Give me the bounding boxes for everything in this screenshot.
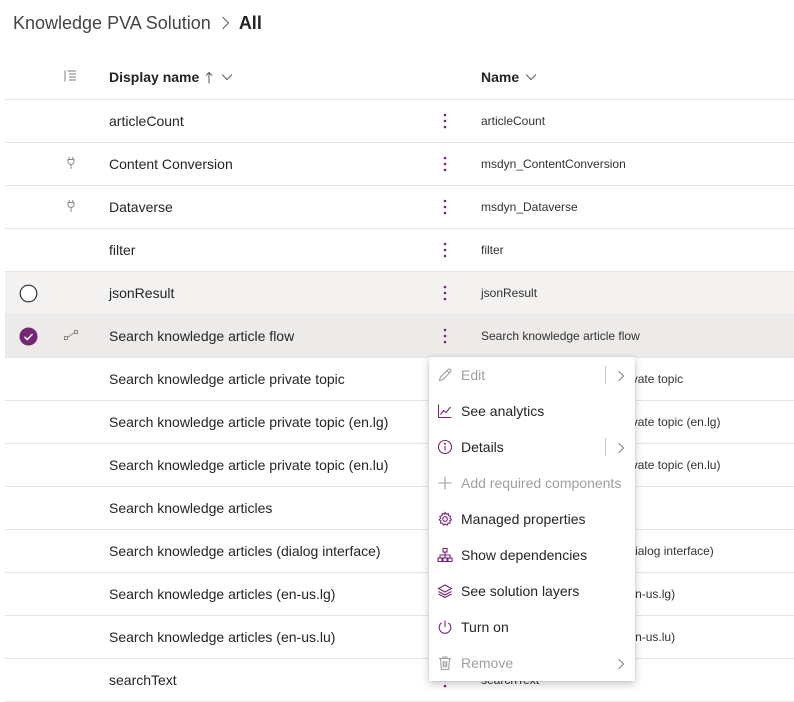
more-options-icon[interactable] xyxy=(439,111,451,131)
more-options-icon[interactable] xyxy=(439,154,451,174)
table-row[interactable]: filter filter xyxy=(5,229,794,272)
menu-item-label: Show dependencies xyxy=(461,547,588,563)
display-name-header-label: Display name xyxy=(109,69,200,85)
row-select-radio[interactable] xyxy=(19,284,38,303)
display-name-cell[interactable]: Search knowledge articles (dialog interf… xyxy=(109,530,381,572)
table-row[interactable]: Dataverse msdyn_Dataverse xyxy=(5,186,794,229)
chevron-down-icon xyxy=(221,73,233,81)
menu-item-label: Turn on xyxy=(461,619,509,635)
menu-item-turn-on[interactable]: Turn on xyxy=(429,609,635,645)
table-row[interactable]: articleCount articleCount xyxy=(5,100,794,143)
more-options-icon[interactable] xyxy=(439,197,451,217)
display-name-cell[interactable]: Content Conversion xyxy=(109,143,233,185)
pencil-icon xyxy=(437,367,453,383)
info-icon xyxy=(437,439,453,455)
display-name-cell[interactable]: Search knowledge articles (en-us.lg) xyxy=(109,573,335,615)
display-name-cell[interactable]: Dataverse xyxy=(109,186,173,228)
menu-item-show-dependencies[interactable]: Show dependencies xyxy=(429,537,635,573)
name-cell: filter xyxy=(481,243,504,257)
menu-item-remove: Remove xyxy=(429,645,635,681)
submenu-divider xyxy=(605,366,606,384)
menu-item-label: See analytics xyxy=(461,403,545,419)
breadcrumb-current: All xyxy=(238,12,262,33)
hierarchy-icon xyxy=(437,547,453,563)
chevron-down-icon xyxy=(525,73,537,81)
name-cell: articleCount xyxy=(481,114,546,128)
name-header-label: Name xyxy=(481,69,520,85)
trash-icon xyxy=(437,655,453,671)
display-name-column-header[interactable]: Display name xyxy=(109,56,233,98)
components-grid: Display name Name articleCount articleCou… xyxy=(5,56,794,702)
name-cell: jsonResult xyxy=(481,286,538,300)
display-name-cell[interactable]: Search knowledge articles (en-us.lu) xyxy=(109,616,335,658)
more-options-icon[interactable] xyxy=(439,240,451,260)
flow-icon xyxy=(63,327,79,343)
table-row[interactable]: Search knowledge article flow Search know… xyxy=(5,315,794,358)
layers-icon xyxy=(437,583,453,599)
display-name-cell[interactable]: filter xyxy=(109,229,135,271)
table-row[interactable]: jsonResult jsonResult xyxy=(5,272,794,315)
display-name-cell[interactable]: Search knowledge article private topic xyxy=(109,358,345,400)
menu-item-see-analytics[interactable]: See analytics xyxy=(429,393,635,429)
name-cell: msdyn_Dataverse xyxy=(481,200,578,214)
menu-item-edit: Edit xyxy=(429,357,635,393)
menu-item-label: See solution layers xyxy=(461,583,580,599)
chevron-right-icon xyxy=(615,657,627,670)
submenu-divider xyxy=(605,438,606,456)
grid-header: Display name Name xyxy=(5,56,794,100)
name-cell: Search knowledge article flow xyxy=(481,329,640,343)
table-row[interactable]: Search knowledge article private topicSe… xyxy=(5,358,794,401)
menu-item-see-solution-layers[interactable]: See solution layers xyxy=(429,573,635,609)
row-selected-checkmark-icon[interactable] xyxy=(19,327,38,346)
chevron-right-icon xyxy=(615,369,627,382)
chevron-right-icon xyxy=(221,16,230,30)
display-name-cell[interactable]: articleCount xyxy=(109,100,184,142)
menu-item-label: Remove xyxy=(461,655,514,671)
analytics-icon xyxy=(437,403,453,419)
type-column-icon[interactable] xyxy=(63,68,79,84)
menu-item-label: Details xyxy=(461,439,504,455)
display-name-cell[interactable]: Search knowledge article flow xyxy=(109,315,294,357)
chevron-right-icon[interactable] xyxy=(615,441,627,454)
display-name-cell[interactable]: Search knowledge article private topic (… xyxy=(109,401,388,443)
table-row[interactable]: Search knowledge articles (dialog interf… xyxy=(5,530,794,573)
menu-item-managed-properties[interactable]: Managed properties xyxy=(429,501,635,537)
table-row[interactable]: Search knowledge article private topic (… xyxy=(5,444,794,487)
table-row[interactable]: searchTextsearchText xyxy=(5,659,794,702)
plug-icon xyxy=(63,155,79,171)
context-menu: Edit See analytics Details Add required com… xyxy=(429,357,635,681)
name-cell: msdyn_ContentConversion xyxy=(481,157,626,171)
menu-item-label: Edit xyxy=(461,367,486,383)
breadcrumb-parent[interactable]: Knowledge PVA Solution xyxy=(13,13,211,34)
more-options-icon[interactable] xyxy=(439,283,451,303)
display-name-cell[interactable]: Search knowledge article private topic (… xyxy=(109,444,388,486)
grid-body: articleCount articleCount Content Conversi… xyxy=(5,100,794,702)
plug-icon xyxy=(63,198,79,214)
menu-item-label: Add required components xyxy=(461,475,622,491)
table-row[interactable]: Search knowledge article private topic (… xyxy=(5,401,794,444)
menu-item-label: Managed properties xyxy=(461,511,586,527)
display-name-cell[interactable]: jsonResult xyxy=(109,272,174,314)
power-icon xyxy=(437,619,453,635)
table-row[interactable]: Search knowledge articles (en-us.lu)Sear… xyxy=(5,616,794,659)
menu-item-add-required-components: Add required components xyxy=(429,465,635,501)
display-name-cell[interactable]: searchText xyxy=(109,659,177,701)
plus-icon xyxy=(437,475,453,491)
gear-icon xyxy=(437,511,453,527)
table-row[interactable]: Content Conversion msdyn_ContentConversio… xyxy=(5,143,794,186)
menu-item-details[interactable]: Details xyxy=(429,429,635,465)
display-name-cell[interactable]: Search knowledge articles xyxy=(109,487,272,529)
breadcrumb: Knowledge PVA Solution All xyxy=(13,10,262,36)
more-options-icon[interactable] xyxy=(439,326,451,346)
table-row[interactable]: Search knowledge articlesSearch knowledg… xyxy=(5,487,794,530)
sort-ascending-icon xyxy=(205,71,213,84)
name-column-header[interactable]: Name xyxy=(481,56,537,98)
table-row[interactable]: Search knowledge articles (en-us.lg)Sear… xyxy=(5,573,794,616)
